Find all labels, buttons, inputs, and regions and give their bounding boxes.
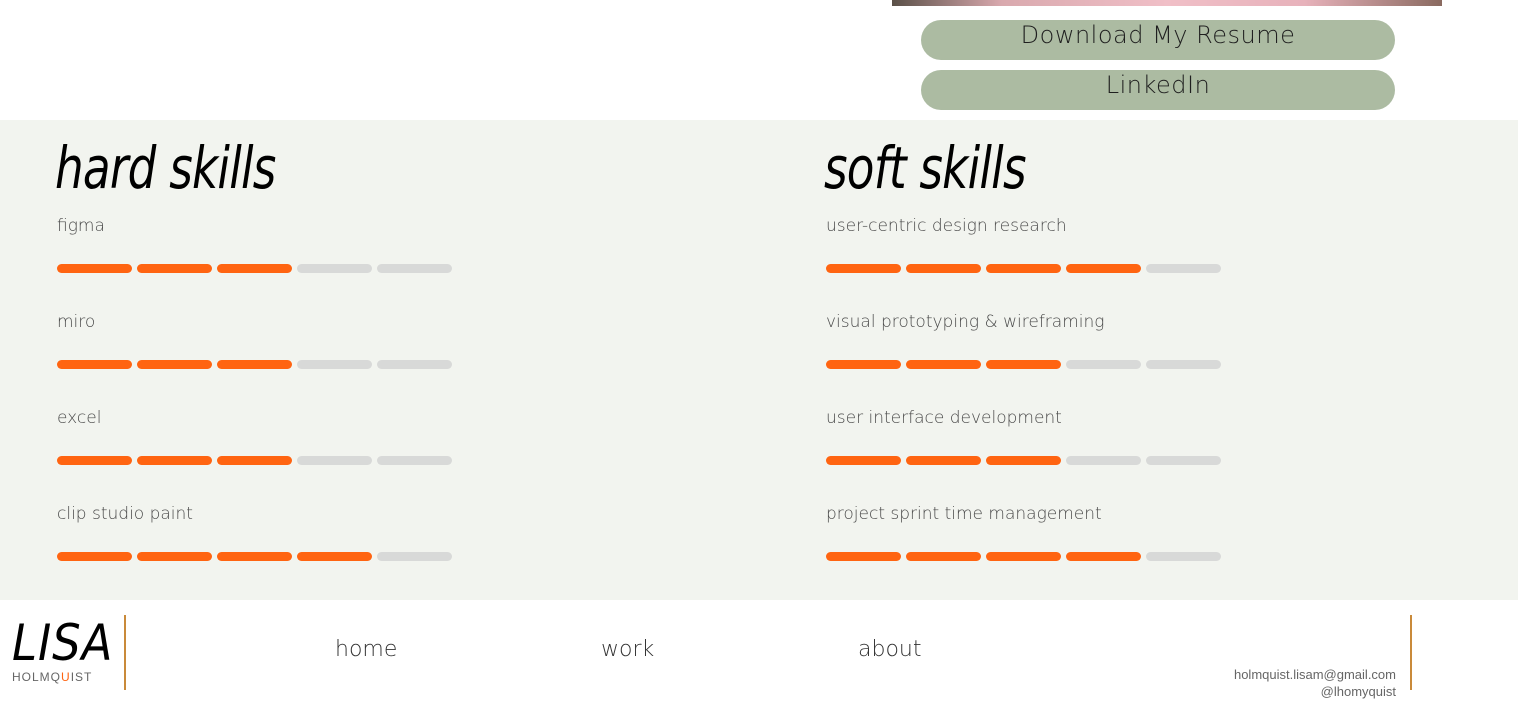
nav-about-link[interactable]: about [858, 637, 921, 662]
skill-item: project sprint time management [826, 504, 1426, 600]
download-resume-button[interactable]: Download My Resume [921, 20, 1395, 60]
level-segment-empty [1146, 456, 1221, 465]
skill-item: excel [57, 408, 657, 504]
level-segment-filled [826, 456, 901, 465]
level-segment-empty [377, 264, 452, 273]
level-segment-empty [1146, 360, 1221, 369]
logo-sub-part2: IST [70, 670, 93, 684]
level-segment-filled [137, 456, 212, 465]
level-segment-filled [906, 264, 981, 273]
level-segment-filled [826, 360, 901, 369]
skill-item: miro [57, 312, 657, 408]
divider-right [1410, 615, 1412, 690]
level-segment-filled [906, 552, 981, 561]
logo[interactable]: LISA HOLMQUIST [12, 618, 125, 684]
logo-sub-part1: HOLMQ [12, 670, 62, 684]
skill-item: figma [57, 216, 657, 312]
skill-level-bar [57, 360, 452, 369]
level-segment-filled [137, 264, 212, 273]
level-segment-filled [57, 360, 132, 369]
level-segment-filled [217, 552, 292, 561]
level-segment-filled [906, 360, 981, 369]
level-segment-filled [826, 264, 901, 273]
level-segment-empty [297, 456, 372, 465]
level-segment-filled [137, 360, 212, 369]
soft-skills-title: soft skills [824, 134, 1027, 202]
skill-item: clip studio paint [57, 504, 657, 600]
skill-level-bar [826, 264, 1221, 273]
level-segment-filled [906, 456, 981, 465]
level-segment-empty [1146, 552, 1221, 561]
level-segment-empty [1066, 360, 1141, 369]
skill-item: visual prototyping & wireframing [826, 312, 1426, 408]
skill-level-bar [57, 456, 452, 465]
nav-home-link[interactable]: home [335, 637, 397, 662]
skill-label: excel [57, 408, 102, 428]
skill-level-bar [826, 360, 1221, 369]
level-segment-filled [986, 456, 1061, 465]
level-segment-empty [377, 360, 452, 369]
level-segment-filled [57, 456, 132, 465]
skill-label: user-centric design research [826, 216, 1067, 236]
skill-item: user-centric design research [826, 216, 1426, 312]
skill-level-bar [826, 456, 1221, 465]
skill-label: project sprint time management [826, 504, 1102, 524]
footer: LISA HOLMQUIST home work about holmquist… [0, 600, 1518, 703]
skill-label: user interface development [826, 408, 1062, 428]
level-segment-filled [826, 552, 901, 561]
skill-level-bar [826, 552, 1221, 561]
skill-label: figma [57, 216, 105, 236]
level-segment-filled [986, 264, 1061, 273]
level-segment-empty [377, 456, 452, 465]
level-segment-filled [986, 360, 1061, 369]
level-segment-filled [137, 552, 212, 561]
linkedin-button[interactable]: LinkedIn [921, 70, 1395, 110]
skill-label: clip studio paint [57, 504, 193, 524]
nav-work-link[interactable]: work [601, 637, 654, 662]
level-segment-filled [986, 552, 1061, 561]
level-segment-empty [1146, 264, 1221, 273]
skill-level-bar [57, 264, 452, 273]
level-segment-filled [297, 552, 372, 561]
level-segment-filled [217, 264, 292, 273]
skill-item: user interface development [826, 408, 1426, 504]
level-segment-filled [217, 360, 292, 369]
contact-info: holmquist.lisam@gmail.com @lhomyquist [1234, 666, 1396, 700]
divider-left [124, 615, 126, 690]
logo-wordmark: LISA [12, 614, 114, 672]
skill-level-bar [57, 552, 452, 561]
level-segment-empty [297, 360, 372, 369]
hard-skills-title: hard skills [55, 134, 276, 202]
logo-subtitle: HOLMQUIST [12, 670, 125, 684]
level-segment-filled [1066, 552, 1141, 561]
level-segment-filled [217, 456, 292, 465]
skills-section: hard skills figma miro excel clip studio pa… [0, 120, 1518, 600]
email-link[interactable]: holmquist.lisam@gmail.com [1234, 666, 1396, 683]
profile-photo [892, 0, 1442, 6]
level-segment-empty [297, 264, 372, 273]
top-section: Download My Resume LinkedIn [0, 0, 1518, 120]
logo-sub-highlight: U [61, 670, 71, 684]
level-segment-filled [1066, 264, 1141, 273]
skill-label: miro [57, 312, 96, 332]
skill-label: visual prototyping & wireframing [826, 312, 1105, 332]
level-segment-filled [57, 264, 132, 273]
level-segment-empty [377, 552, 452, 561]
level-segment-filled [57, 552, 132, 561]
level-segment-empty [1066, 456, 1141, 465]
social-handle-link[interactable]: @lhomyquist [1234, 683, 1396, 700]
